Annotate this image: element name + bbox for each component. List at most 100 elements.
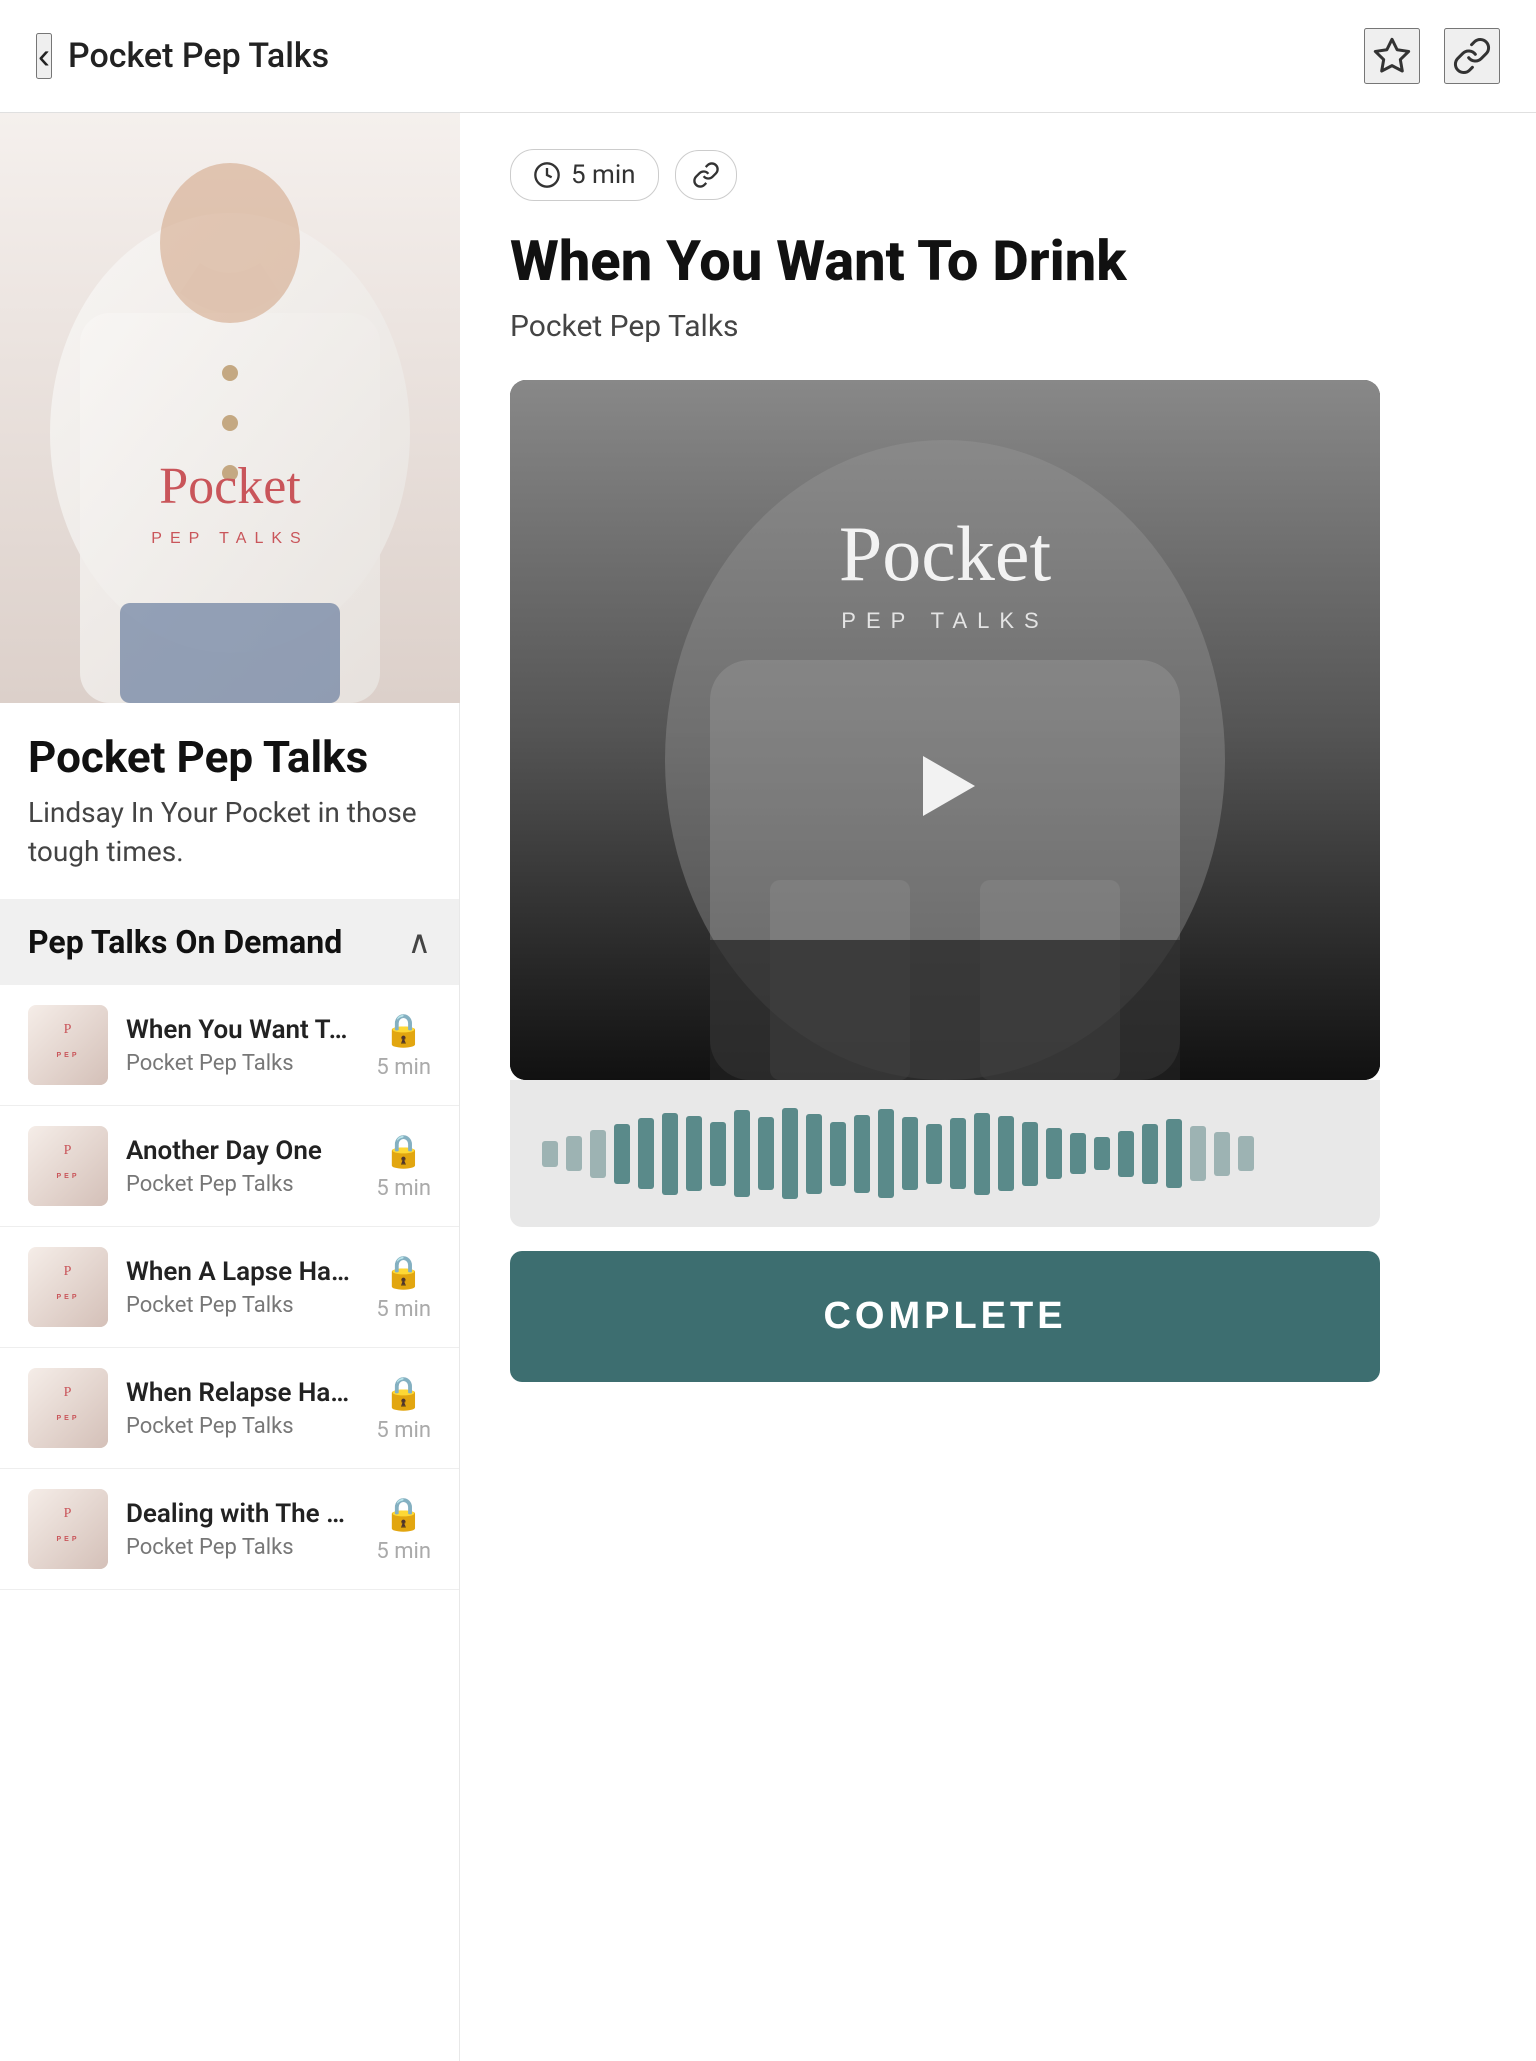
- waveform-bar: [830, 1122, 846, 1186]
- svg-text:PEP: PEP: [56, 1536, 79, 1543]
- episode-duration: 5 min: [376, 1297, 431, 1322]
- svg-text:Pocket: Pocket: [839, 510, 1052, 597]
- duration-text: 5 min: [571, 160, 636, 190]
- main-layout: Pocket PEP TALKS Pocket Pep Talks Lindsa…: [0, 113, 1536, 2061]
- episode-item[interactable]: P PEP Dealing with The Shame Shower Pock…: [0, 1469, 459, 1590]
- episode-duration: 5 min: [376, 1176, 431, 1201]
- episode-main-podcast: Pocket Pep Talks: [510, 309, 1486, 344]
- right-panel: 5 min When You Want To Drink Pocket Pep …: [460, 113, 1536, 2061]
- episode-meta: 5 min: [510, 149, 1486, 201]
- thumb-inner: P PEP: [28, 1005, 108, 1085]
- waveform-bar: [902, 1117, 918, 1190]
- waveform-bar: [806, 1114, 822, 1194]
- episode-thumbnail: P PEP: [28, 1005, 108, 1085]
- lock-icon: 🔒: [384, 1374, 424, 1412]
- waveform-bar: [758, 1117, 774, 1190]
- svg-text:PEP: PEP: [56, 1052, 79, 1059]
- episode-info: Another Day One Pocket Pep Talks: [126, 1136, 358, 1197]
- episode-podcast: Pocket Pep Talks: [126, 1051, 358, 1076]
- episode-item[interactable]: P PEP When Relapse Happens Pocket Pep Ta…: [0, 1348, 459, 1469]
- waveform-bar: [1022, 1122, 1038, 1186]
- episode-title: When A Lapse Happens: [126, 1257, 358, 1287]
- waveform-bar: [854, 1115, 870, 1193]
- waveform-bar: [782, 1108, 798, 1199]
- svg-text:P: P: [64, 1385, 73, 1400]
- thumb-inner: P PEP: [28, 1489, 108, 1569]
- waveform-bar: [1142, 1124, 1158, 1184]
- complete-button[interactable]: COMPLETE: [510, 1251, 1380, 1382]
- episode-info: When A Lapse Happens Pocket Pep Talks: [126, 1257, 358, 1318]
- episode-thumbnail: P PEP: [28, 1368, 108, 1448]
- link-icon: [1452, 36, 1492, 76]
- svg-text:P: P: [64, 1143, 73, 1158]
- lock-icon: 🔒: [384, 1132, 424, 1170]
- audio-player[interactable]: [510, 1080, 1380, 1227]
- svg-text:P: P: [64, 1506, 73, 1521]
- episode-duration: 5 min: [376, 1418, 431, 1443]
- back-button[interactable]: ‹: [36, 33, 52, 79]
- podcast-cover: Pocket PEP TALKS: [0, 113, 460, 703]
- svg-text:P: P: [64, 1264, 73, 1279]
- episode-info: When You Want To Drink Pocket Pep Talks: [126, 1015, 358, 1076]
- header-icons: [1364, 28, 1500, 84]
- svg-text:Pocket: Pocket: [159, 458, 301, 515]
- waveform-bar: [566, 1136, 582, 1171]
- waveform-bar: [710, 1122, 726, 1186]
- chevron-up-icon: ∧: [408, 923, 431, 961]
- thumb-inner: P PEP: [28, 1247, 108, 1327]
- svg-text:PEP: PEP: [56, 1294, 79, 1301]
- episode-podcast: Pocket Pep Talks: [126, 1172, 358, 1197]
- thumb-inner: P PEP: [28, 1126, 108, 1206]
- episode-duration: 5 min: [376, 1539, 431, 1564]
- clock-icon: [533, 161, 561, 189]
- thumb-inner: P PEP: [28, 1368, 108, 1448]
- cover-illustration: Pocket PEP TALKS: [0, 113, 460, 703]
- waveform-bar: [662, 1113, 678, 1195]
- waveform-bar: [1118, 1131, 1134, 1177]
- section-title: Pep Talks On Demand: [28, 923, 342, 961]
- episode-item[interactable]: P PEP Another Day One Pocket Pep Talks 🔒…: [0, 1106, 459, 1227]
- duration-badge: 5 min: [510, 149, 659, 201]
- svg-text:PEP TALKS: PEP TALKS: [151, 530, 308, 547]
- bookmark-icon: [1372, 36, 1412, 76]
- waveform-bar: [686, 1116, 702, 1191]
- episode-title: Another Day One: [126, 1136, 358, 1166]
- podcast-info: Pocket Pep Talks Lindsay In Your Pocket …: [0, 703, 459, 891]
- lock-icon: 🔒: [384, 1253, 424, 1291]
- waveform-bar: [1046, 1128, 1062, 1179]
- link-button[interactable]: [1444, 28, 1500, 84]
- episode-item[interactable]: P PEP When A Lapse Happens Pocket Pep Ta…: [0, 1227, 459, 1348]
- episode-title: When Relapse Happens: [126, 1378, 358, 1408]
- episode-podcast: Pocket Pep Talks: [126, 1535, 358, 1560]
- play-triangle-icon: [923, 756, 975, 816]
- waveform-bar: [878, 1109, 894, 1198]
- episode-podcast: Pocket Pep Talks: [126, 1414, 358, 1439]
- header-left: ‹ Pocket Pep Talks: [36, 33, 329, 79]
- waveform-bar: [1238, 1136, 1254, 1171]
- waveform-bar: [734, 1110, 750, 1197]
- episode-right: 🔒 5 min: [376, 1253, 431, 1322]
- bookmark-button[interactable]: [1364, 28, 1420, 84]
- episode-thumbnail: P PEP: [28, 1489, 108, 1569]
- section-header[interactable]: Pep Talks On Demand ∧: [0, 899, 459, 985]
- waveform-bar: [1214, 1132, 1230, 1176]
- episode-item[interactable]: P PEP When You Want To Drink Pocket Pep …: [0, 985, 459, 1106]
- video-illustration: Pocket PEP TALKS: [510, 380, 1380, 1080]
- lock-icon: 🔒: [384, 1011, 424, 1049]
- episode-list: P PEP When You Want To Drink Pocket Pep …: [0, 985, 459, 1590]
- episode-link-button[interactable]: [675, 150, 737, 200]
- episode-right: 🔒 5 min: [376, 1495, 431, 1564]
- episode-title: Dealing with The Shame Shower: [126, 1499, 358, 1529]
- podcast-description: Lindsay In Your Pocket in those tough ti…: [28, 793, 431, 871]
- link-badge-icon: [692, 161, 720, 189]
- lock-icon: 🔒: [384, 1495, 424, 1533]
- play-button[interactable]: [905, 746, 985, 826]
- episode-info: When Relapse Happens Pocket Pep Talks: [126, 1378, 358, 1439]
- waveform-bar: [614, 1124, 630, 1184]
- waveform-bar: [974, 1113, 990, 1195]
- episode-title: When You Want To Drink: [126, 1015, 358, 1045]
- waveform-bar: [1094, 1137, 1110, 1170]
- podcast-name: Pocket Pep Talks: [28, 731, 431, 783]
- waveform-bar: [1190, 1126, 1206, 1181]
- episode-info: Dealing with The Shame Shower Pocket Pep…: [126, 1499, 358, 1560]
